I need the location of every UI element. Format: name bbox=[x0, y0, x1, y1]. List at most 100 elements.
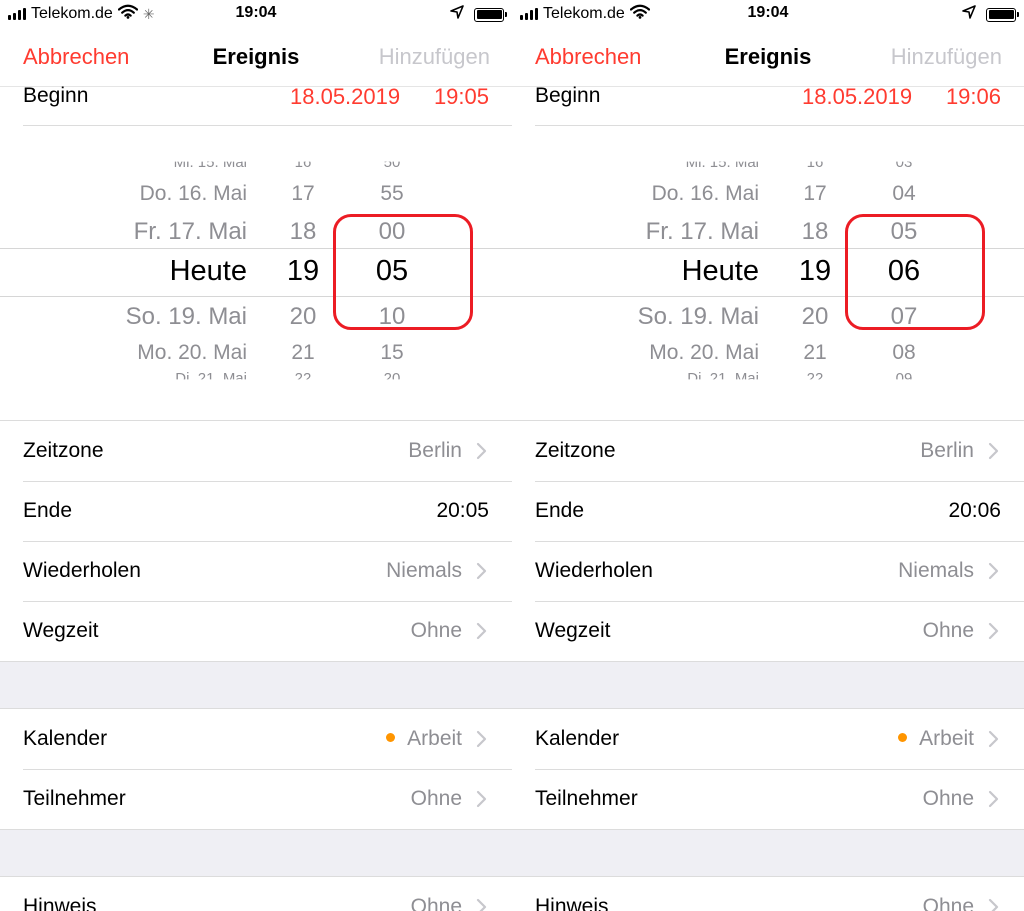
picker-minute[interactable]: 03 bbox=[880, 162, 928, 171]
section-divider bbox=[512, 876, 1024, 877]
start-label: Beginn bbox=[535, 84, 601, 107]
picker-minute[interactable]: 06 bbox=[880, 255, 928, 288]
row-divider bbox=[535, 125, 1024, 126]
invitees-row[interactable]: Teilnehmer Ohne bbox=[512, 769, 1024, 829]
date-time-picker[interactable]: Mi. 15. Mai 16 03 Do. 16. Mai 17 04 Fr. 17. Ma… bbox=[512, 150, 1024, 395]
cancel-button[interactable]: Abbrechen bbox=[23, 44, 129, 70]
calendar-row[interactable]: Kalender Arbeit bbox=[0, 709, 512, 769]
picker-minute[interactable]: 04 bbox=[880, 182, 928, 206]
battery-icon bbox=[474, 7, 507, 22]
picker-hour[interactable]: 16 bbox=[795, 162, 835, 171]
section-divider bbox=[0, 829, 512, 830]
chevron-right-icon bbox=[470, 620, 492, 642]
picker-minute[interactable]: 07 bbox=[880, 303, 928, 331]
section-gap bbox=[512, 661, 1024, 709]
section-divider bbox=[0, 708, 512, 709]
picker-minute[interactable]: 50 bbox=[368, 162, 416, 171]
picker-day[interactable]: Fr. 17. Mai bbox=[646, 218, 759, 246]
date-time-picker[interactable]: Mi. 15. Mai 16 50 Do. 16. Mai 17 55 Fr. 17. Ma… bbox=[0, 150, 512, 395]
alert-row[interactable]: Hinweis Ohne bbox=[512, 877, 1024, 911]
picker-day[interactable]: Mo. 20. Mai bbox=[649, 341, 759, 365]
repeat-row[interactable]: Wiederholen Niemals bbox=[512, 541, 1024, 601]
picker-hour[interactable]: 19 bbox=[795, 255, 835, 288]
row-value: Berlin bbox=[920, 439, 974, 463]
row-label: Kalender bbox=[23, 727, 108, 750]
picker-minute[interactable]: 10 bbox=[368, 303, 416, 331]
timezone-row[interactable]: Zeitzone Berlin bbox=[512, 421, 1024, 481]
end-row[interactable]: Ende 20:06 bbox=[512, 481, 1024, 541]
row-label: Zeitzone bbox=[23, 439, 104, 462]
add-button[interactable]: Hinzufügen bbox=[891, 44, 1002, 70]
cancel-button[interactable]: Abbrechen bbox=[535, 44, 641, 70]
picker-day[interactable]: Fr. 17. Mai bbox=[134, 218, 247, 246]
section-divider bbox=[512, 661, 1024, 662]
start-label: Beginn bbox=[23, 84, 89, 107]
row-label: Teilnehmer bbox=[535, 787, 638, 810]
chevron-right-icon bbox=[982, 440, 1004, 462]
picker-minute[interactable]: 05 bbox=[880, 218, 928, 246]
timezone-row[interactable]: Zeitzone Berlin bbox=[0, 421, 512, 481]
chevron-right-icon bbox=[470, 440, 492, 462]
status-bar: Telekom.de ✳ 19:04 bbox=[0, 0, 512, 28]
picker-minute[interactable]: 20 bbox=[368, 370, 416, 379]
row-value: Niemals bbox=[386, 559, 462, 583]
picker-minute[interactable]: 05 bbox=[368, 255, 416, 288]
picker-day[interactable]: Heute bbox=[170, 255, 247, 288]
row-value: Ohne bbox=[923, 787, 974, 811]
picker-hour[interactable]: 20 bbox=[795, 303, 835, 331]
end-row[interactable]: Ende 20:05 bbox=[0, 481, 512, 541]
picker-hour[interactable]: 20 bbox=[283, 303, 323, 331]
picker-minute[interactable]: 15 bbox=[368, 341, 416, 365]
row-value-text: Berlin bbox=[408, 439, 462, 462]
section-gap bbox=[0, 829, 512, 877]
start-row[interactable]: Beginn 18.05.2019 19:06 bbox=[512, 82, 1024, 120]
picker-hour[interactable]: 17 bbox=[795, 182, 835, 206]
picker-day[interactable]: Mi. 15. Mai bbox=[686, 162, 759, 171]
invitees-row[interactable]: Teilnehmer Ohne bbox=[0, 769, 512, 829]
start-row[interactable]: Beginn 18.05.2019 19:05 bbox=[0, 82, 512, 120]
chevron-right-icon bbox=[470, 728, 492, 750]
picker-selection-band bbox=[512, 248, 1024, 297]
picker-hour[interactable]: 21 bbox=[283, 341, 323, 365]
row-label: Wegzeit bbox=[23, 619, 99, 642]
row-label: Wiederholen bbox=[535, 559, 653, 582]
repeat-row[interactable]: Wiederholen Niemals bbox=[0, 541, 512, 601]
picker-day[interactable]: So. 19. Mai bbox=[638, 303, 759, 331]
picker-hour[interactable]: 18 bbox=[283, 218, 323, 246]
picker-minute[interactable]: 09 bbox=[880, 370, 928, 379]
picker-day[interactable]: Do. 16. Mai bbox=[652, 182, 759, 206]
add-button[interactable]: Hinzufügen bbox=[379, 44, 490, 70]
picker-hour[interactable]: 17 bbox=[283, 182, 323, 206]
start-date[interactable]: 18.05.2019 bbox=[290, 84, 400, 110]
location-arrow-icon bbox=[450, 5, 464, 24]
calendar-row[interactable]: Kalender Arbeit bbox=[512, 709, 1024, 769]
picker-hour[interactable]: 18 bbox=[795, 218, 835, 246]
start-date[interactable]: 18.05.2019 bbox=[802, 84, 912, 110]
picker-hour[interactable]: 22 bbox=[795, 370, 835, 379]
start-time[interactable]: 19:06 bbox=[946, 84, 1001, 110]
row-label: Wegzeit bbox=[535, 619, 611, 642]
row-value-text: Ohne bbox=[922, 895, 974, 911]
picker-minute[interactable]: 55 bbox=[368, 182, 416, 206]
picker-hour[interactable]: 22 bbox=[283, 370, 323, 379]
picker-day[interactable]: Mo. 20. Mai bbox=[137, 341, 247, 365]
travel-time-row[interactable]: Wegzeit Ohne bbox=[0, 601, 512, 661]
picker-minute[interactable]: 08 bbox=[880, 341, 928, 365]
alert-row[interactable]: Hinweis Ohne bbox=[0, 877, 512, 911]
calendar-color-dot-icon bbox=[898, 732, 908, 742]
picker-hour[interactable]: 19 bbox=[283, 255, 323, 288]
picker-hour[interactable]: 16 bbox=[283, 162, 323, 171]
travel-time-row[interactable]: Wegzeit Ohne bbox=[512, 601, 1024, 661]
picker-day[interactable]: Heute bbox=[682, 255, 759, 288]
picker-hour[interactable]: 21 bbox=[795, 341, 835, 365]
picker-day[interactable]: Di. 21. Mai bbox=[175, 370, 247, 379]
picker-day[interactable]: Di. 21. Mai bbox=[687, 370, 759, 379]
row-value: Ohne bbox=[411, 895, 462, 911]
picker-day[interactable]: Do. 16. Mai bbox=[140, 182, 247, 206]
picker-minute[interactable]: 00 bbox=[368, 218, 416, 246]
start-time[interactable]: 19:05 bbox=[434, 84, 489, 110]
picker-day[interactable]: So. 19. Mai bbox=[126, 303, 247, 331]
row-value-text: Arbeit bbox=[407, 727, 462, 750]
nav-bar: Abbrechen Ereignis Hinzufügen bbox=[0, 34, 512, 78]
picker-day[interactable]: Mi. 15. Mai bbox=[174, 162, 247, 171]
